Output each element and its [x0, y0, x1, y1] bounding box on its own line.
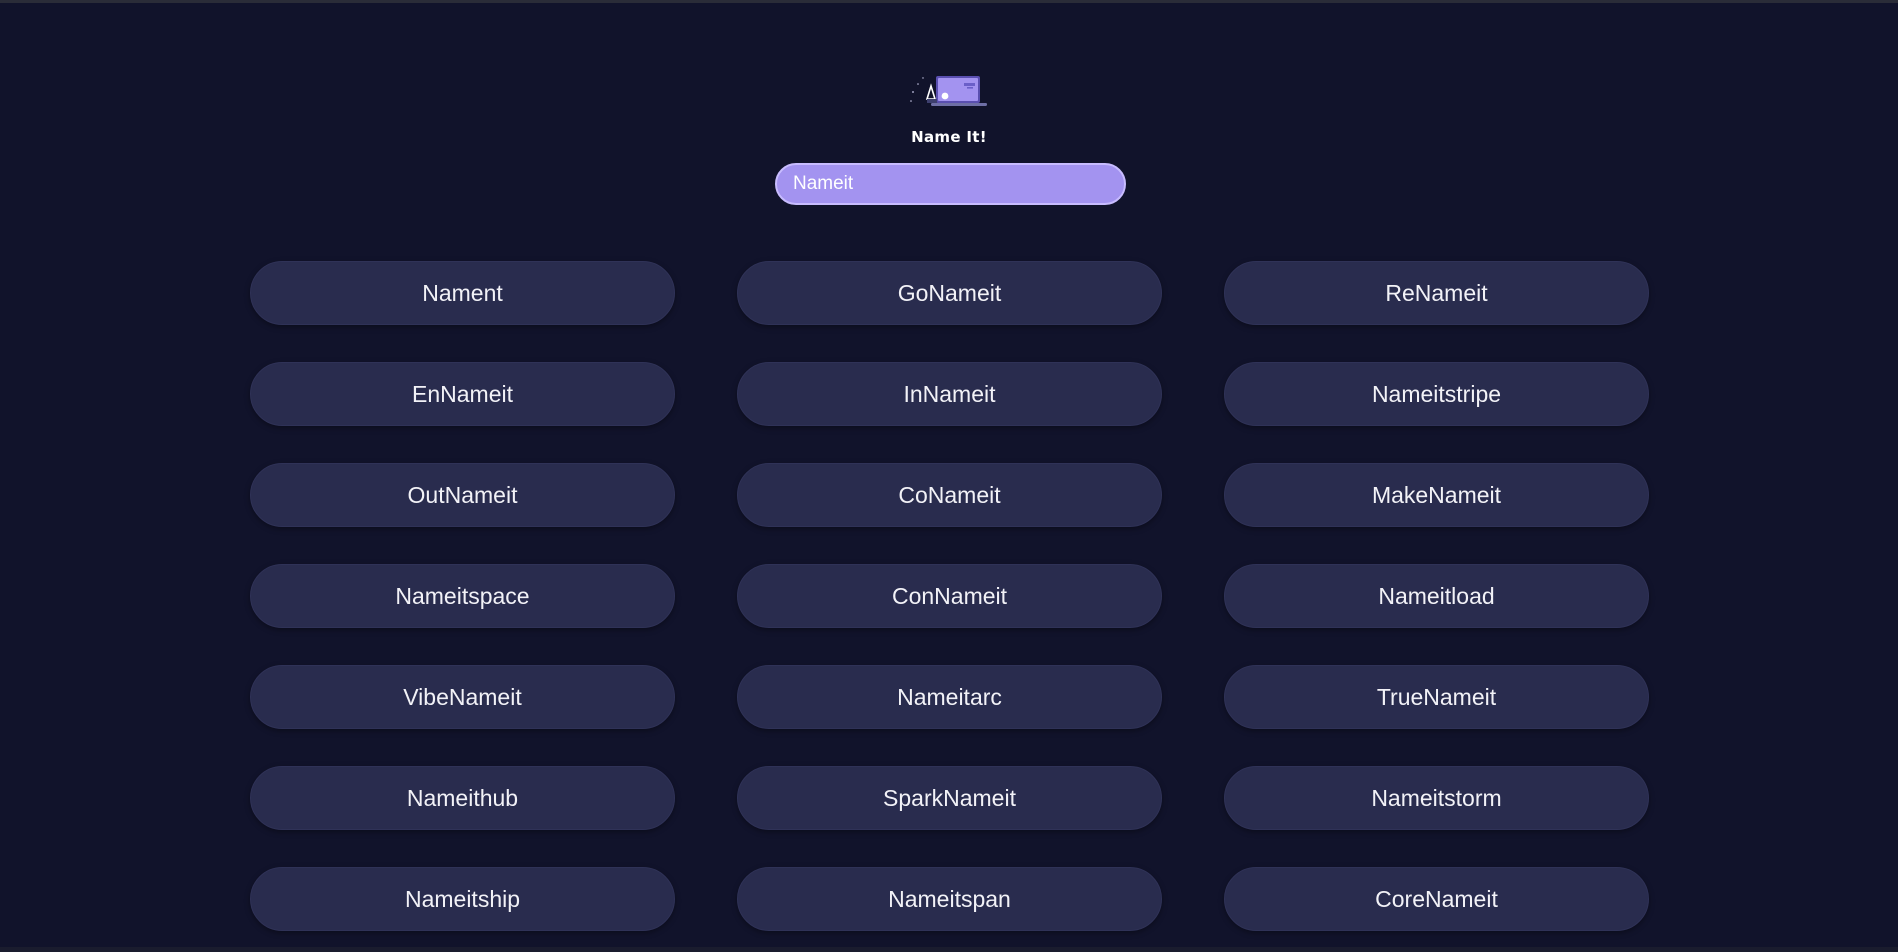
app-header: Name It! — [0, 74, 1898, 146]
suggestion-button[interactable]: Nameitload — [1224, 564, 1649, 628]
suggestion-button[interactable]: MakeNameit — [1224, 463, 1649, 527]
app-title: Name It! — [911, 128, 987, 146]
window-top-border — [0, 0, 1898, 3]
suggestion-button[interactable]: Nameitspan — [737, 867, 1162, 931]
suggestion-button[interactable]: ConNameit — [737, 564, 1162, 628]
suggestion-button[interactable]: InNameit — [737, 362, 1162, 426]
suggestion-grid: Nament GoNameit ReNameit EnNameit InName… — [250, 261, 1650, 931]
suggestion-button[interactable]: CoNameit — [737, 463, 1162, 527]
suggestion-button[interactable]: VibeNameit — [250, 665, 675, 729]
suggestion-button[interactable]: Nameithub — [250, 766, 675, 830]
suggestion-button[interactable]: CoreNameit — [1224, 867, 1649, 931]
suggestion-button[interactable]: TrueNameit — [1224, 665, 1649, 729]
suggestion-button[interactable]: Nameitspace — [250, 564, 675, 628]
name-input[interactable] — [775, 163, 1126, 205]
suggestion-button[interactable]: EnNameit — [250, 362, 675, 426]
suggestion-button[interactable]: Nameitstripe — [1224, 362, 1649, 426]
bottom-scroll-edge — [0, 947, 1898, 952]
suggestion-button[interactable]: Nament — [250, 261, 675, 325]
suggestion-button[interactable]: OutNameit — [250, 463, 675, 527]
suggestion-button[interactable]: Nameitstorm — [1224, 766, 1649, 830]
suggestion-button[interactable]: Nameitarc — [737, 665, 1162, 729]
search-box — [775, 163, 1126, 205]
suggestion-button[interactable]: Nameitship — [250, 867, 675, 931]
laptop-logo-icon — [909, 74, 989, 115]
suggestion-button[interactable]: ReNameit — [1224, 261, 1649, 325]
suggestion-button[interactable]: SparkNameit — [737, 766, 1162, 830]
suggestion-button[interactable]: GoNameit — [737, 261, 1162, 325]
